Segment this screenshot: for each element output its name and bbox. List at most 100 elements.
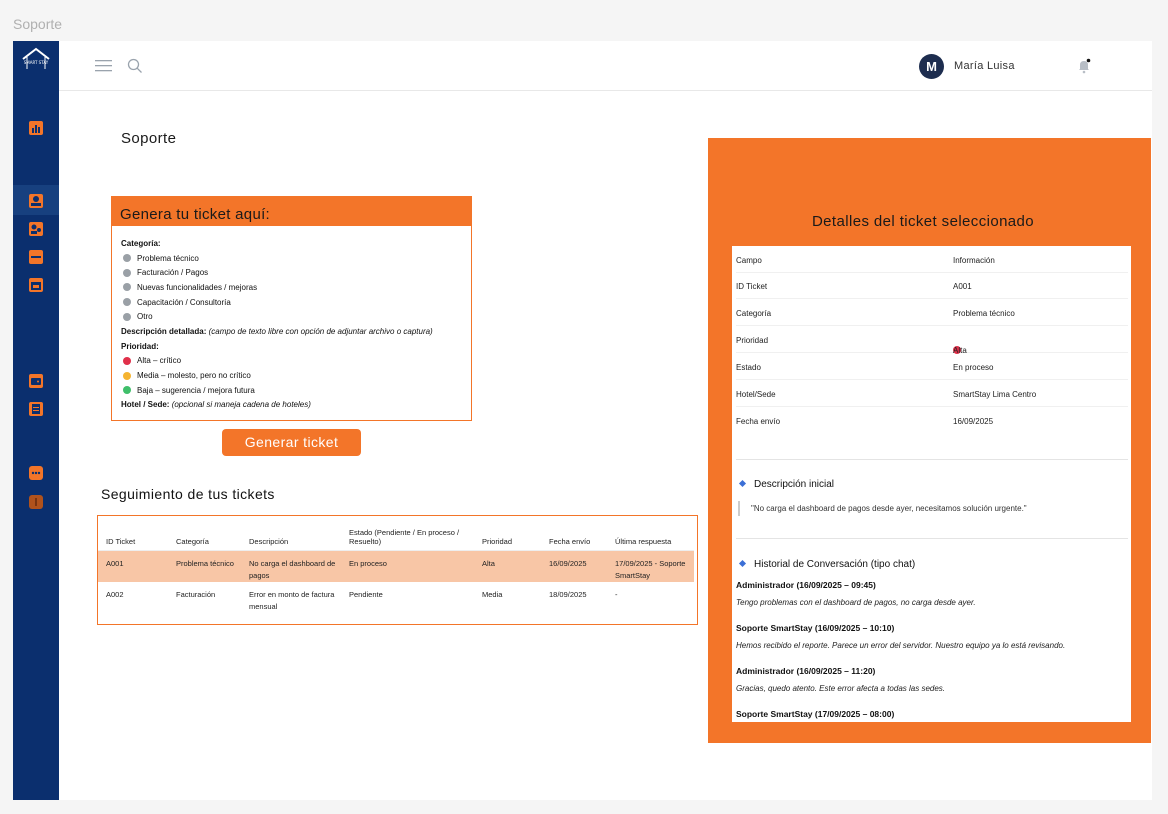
- radio-icon[interactable]: [123, 254, 131, 263]
- divider: [736, 538, 1128, 539]
- chat-author: Soporte SmartStay (17/09/2025 – 08:00): [736, 709, 895, 719]
- top-bar: M María Luisa: [59, 41, 1152, 91]
- table-row[interactable]: A002 Facturación Error en monto de factu…: [98, 582, 694, 614]
- priority-option[interactable]: Alta – crítico: [121, 354, 471, 369]
- category-option[interactable]: Capacitación / Consultoría: [121, 295, 471, 310]
- priority-high-icon[interactable]: [123, 356, 131, 365]
- notification-bell-icon[interactable]: [1077, 58, 1091, 74]
- ticket-form: Genera tu ticket aquí: Categoría: Proble…: [111, 196, 472, 421]
- ticket-form-title: Genera tu ticket aquí:: [112, 197, 471, 226]
- history-section-title: Historial de Conversación (tipo chat): [738, 559, 916, 570]
- detail-field: Prioridad: [736, 336, 769, 345]
- tracking-title: Seguimiento de tus tickets: [101, 486, 275, 502]
- category-option-label: Facturación / Pagos: [137, 268, 209, 278]
- hotel-hint: (opcional si maneja cadena de hoteles): [171, 400, 311, 410]
- page-title: Soporte: [121, 130, 177, 147]
- detail-field: Hotel/Sede: [736, 390, 776, 399]
- column-header: Categoría: [168, 524, 241, 551]
- bed-icon[interactable]: [28, 249, 44, 265]
- smartstay-logo[interactable]: SMART STAY: [21, 47, 51, 73]
- window-title: Soporte: [13, 16, 63, 32]
- column-header: Última respuesta: [607, 524, 694, 551]
- ticket-detail-title: Detalles del ticket seleccionado: [811, 213, 1035, 230]
- detail-value: En proceso: [953, 363, 994, 372]
- chat-icon[interactable]: [28, 465, 44, 481]
- history-section-label: Historial de Conversación (tipo chat): [754, 559, 916, 570]
- category-option[interactable]: Problema técnico: [121, 251, 471, 266]
- table-row[interactable]: A001 Problema técnico No carga el dashbo…: [98, 550, 694, 582]
- category-option-label: Nuevas funcionalidades / mejoras: [137, 282, 258, 292]
- priority-option-label: Media – molesto, pero no crítico: [137, 371, 251, 381]
- priority-option[interactable]: Baja – sugerencia / mejora futura: [121, 383, 471, 398]
- search-icon[interactable]: [127, 58, 143, 74]
- table-cell: A001: [98, 550, 168, 582]
- hotel-field[interactable]: Hotel / Sede: (opcional si maneja cadena…: [121, 398, 471, 413]
- table-cell: Pendiente: [349, 590, 383, 599]
- users-icon[interactable]: [28, 221, 44, 237]
- divider: [736, 459, 1128, 460]
- priority-medium-icon[interactable]: [123, 371, 131, 380]
- category-option[interactable]: Facturación / Pagos: [121, 265, 471, 280]
- table-header-row: ID Ticket Categoría Descripción Estado (…: [98, 524, 694, 551]
- chat-author: Soporte SmartStay (16/09/2025 – 10:10): [736, 623, 895, 633]
- ticket-detail-card: Campo Información ID Ticket A001 Categor…: [732, 246, 1131, 722]
- wallet-icon[interactable]: [28, 373, 44, 389]
- column-header: Prioridad: [474, 524, 541, 551]
- table-cell: No carga el dashboard de pagos: [241, 550, 341, 582]
- category-option-label: Problema técnico: [137, 253, 199, 263]
- calendar-icon[interactable]: [28, 277, 44, 293]
- description-field[interactable]: Descripción detallada: (campo de texto l…: [121, 324, 471, 339]
- sidebar: SMART STAY: [13, 41, 59, 800]
- radio-icon[interactable]: [123, 283, 131, 292]
- table-cell: 17/09/2025 - Soporte SmartStay: [607, 550, 694, 582]
- user-name[interactable]: María Luisa: [954, 60, 1015, 72]
- detail-field: Categoría: [736, 309, 772, 318]
- user-profile-icon[interactable]: [28, 193, 44, 209]
- detail-header-info: Información: [953, 256, 995, 265]
- category-option[interactable]: Nuevas funcionalidades / mejoras: [121, 280, 471, 295]
- detail-row: ID Ticket A001: [736, 272, 1128, 299]
- avatar[interactable]: M: [919, 54, 944, 79]
- radio-icon[interactable]: [123, 312, 131, 321]
- category-option[interactable]: Otro: [121, 309, 471, 324]
- table-cell: En proceso: [341, 550, 474, 582]
- chat-message: Gracias, quedo atento. Este error afecta…: [736, 684, 946, 693]
- description-hint: (campo de texto libre con opción de adju…: [208, 326, 433, 336]
- detail-row: Hotel/Sede SmartStay Lima Centro: [736, 380, 1128, 407]
- description-quote: "No carga el dashboard de pagos desde ay…: [738, 501, 1027, 516]
- bullet-icon: [738, 559, 747, 568]
- chat-message: Hemos recibido el reporte. Parece un err…: [736, 641, 1066, 650]
- detail-row: Estado En proceso: [736, 353, 1128, 380]
- hamburger-menu-icon[interactable]: [95, 60, 112, 72]
- detail-value: A001: [953, 282, 972, 291]
- detail-row: Categoría Problema técnico: [736, 299, 1128, 326]
- info-icon[interactable]: [28, 494, 44, 510]
- bullet-icon: [738, 479, 747, 488]
- radio-icon[interactable]: [123, 298, 131, 307]
- detail-header-row: Campo Información: [736, 246, 1128, 273]
- radio-icon[interactable]: [123, 268, 131, 277]
- main-content: M María Luisa Soporte Genera tu ticket a…: [59, 41, 1152, 800]
- priority-label: Prioridad:: [121, 341, 159, 351]
- detail-row: Prioridad Alta: [736, 326, 1128, 355]
- description-label: Descripción detallada:: [121, 326, 207, 336]
- document-icon[interactable]: [28, 401, 44, 417]
- chat-message: Tengo problemas con el dashboard de pago…: [736, 598, 976, 607]
- column-header: ID Ticket: [98, 524, 168, 551]
- column-header: Fecha envío: [541, 524, 607, 551]
- table-cell: Error en monto de factura mensual: [249, 590, 335, 611]
- priority-option[interactable]: Media – molesto, pero no crítico: [121, 368, 471, 383]
- table-cell: Problema técnico: [168, 550, 241, 582]
- detail-row: Fecha envío 16/09/2025: [736, 407, 1128, 434]
- table-cell: -: [615, 590, 618, 599]
- category-option-label: Capacitación / Consultoría: [137, 297, 231, 307]
- table-cell: 16/09/2025: [541, 550, 607, 582]
- chat-author: Administrador (16/09/2025 – 11:20): [736, 666, 876, 676]
- detail-field: Fecha envío: [736, 417, 781, 426]
- generate-ticket-button[interactable]: Generar ticket: [222, 429, 361, 456]
- dashboard-icon[interactable]: [28, 120, 44, 136]
- priority-low-icon[interactable]: [123, 386, 131, 395]
- description-section-label: Descripción inicial: [754, 479, 835, 490]
- detail-value: SmartStay Lima Centro: [953, 390, 1037, 399]
- table-cell: Alta: [474, 550, 541, 582]
